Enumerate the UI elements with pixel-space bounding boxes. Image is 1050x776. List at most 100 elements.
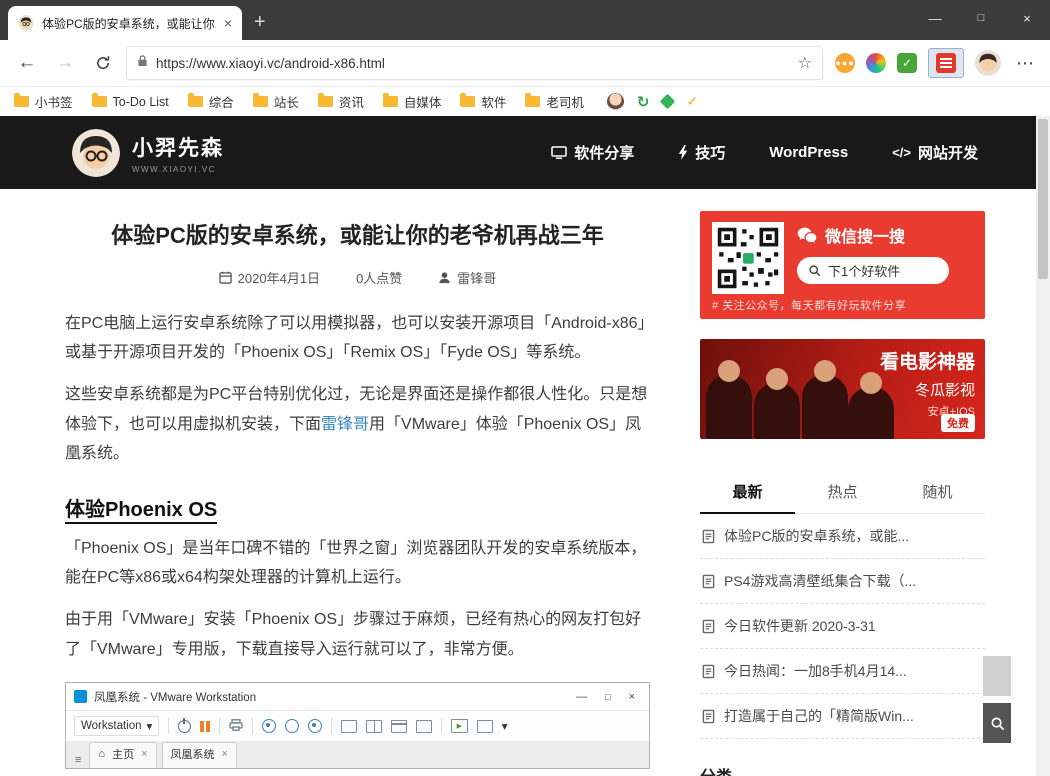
folder-icon [318, 96, 333, 107]
doc-icon [702, 529, 715, 544]
vmware-menu-button: Workstation▾ [74, 716, 159, 736]
tab-latest[interactable]: 最新 [700, 471, 795, 514]
article-date: 2020年4月1日 [219, 268, 320, 287]
tab-favicon-icon [18, 15, 34, 31]
minimize-button[interactable]: — [912, 0, 958, 36]
diamond-icon[interactable] [660, 94, 676, 110]
library-icon: ≡ [72, 754, 84, 768]
new-tab-button[interactable]: + [254, 12, 266, 32]
site-header: 小羿先森 WWW.XIAOYI.VC 软件分享 技巧 WordPress </> [0, 116, 1050, 189]
paragraph: 在PC电脑上运行安卓系统除了可以用模拟器，也可以安装开源项目「Android-x… [65, 309, 650, 368]
extension-colorwheel-icon[interactable] [866, 53, 886, 73]
doc-icon [702, 619, 715, 634]
nav-item-tips[interactable]: 技巧 [678, 142, 725, 163]
profile-avatar[interactable] [975, 50, 1001, 76]
category-heading: 分类 [700, 763, 985, 776]
bookmark-folder[interactable]: 综合 [188, 92, 234, 111]
author-link[interactable]: 雷锋哥 [321, 416, 369, 433]
forward-button[interactable]: → [50, 48, 80, 78]
avatar-bookmark-icon[interactable] [607, 93, 624, 110]
site-search-button[interactable] [983, 703, 1011, 743]
article-meta: 2020年4月1日 0人点赞 雷锋哥 [65, 268, 650, 287]
movie-figure [754, 383, 800, 439]
paragraph: 这些安卓系统都是为PC平台特别优化过，无论是界面还是操作都很人性化。只是想体验下… [65, 380, 650, 469]
vmware-titlebar: 凤凰系统 - VMware Workstation —□× [66, 683, 649, 711]
nav-item-wordpress[interactable]: WordPress [769, 144, 848, 161]
extension-clipper-icon [936, 53, 956, 73]
site-logo[interactable]: 小羿先森 WWW.XIAOYI.VC [72, 129, 224, 177]
back-to-top-button[interactable] [983, 656, 1011, 696]
extension-dots-icon[interactable]: ●●● [835, 53, 855, 73]
maximize-button[interactable]: □ [958, 0, 1004, 36]
scrollbar-thumb[interactable] [1038, 119, 1048, 279]
wechat-icon [797, 227, 817, 244]
sidebar: 微信搜一搜 下1个好软件 # 关注公众号，每天都有好玩软件分享 看电影神器 [700, 189, 985, 776]
vmware-tab-home: ⌂主页× [89, 742, 156, 768]
fullscreen-icon [477, 720, 493, 733]
user-icon [438, 271, 451, 284]
folder-icon [253, 96, 268, 107]
article-author[interactable]: 雷锋哥 [438, 268, 496, 287]
movie-banner[interactable]: 看电影神器 冬瓜影视 安卓+IOS 免费 [700, 339, 985, 439]
vmware-window-controls: —□× [576, 691, 641, 703]
calendar-icon [219, 271, 232, 284]
bookmark-extra-icons: ↻ ✓ [607, 93, 698, 111]
article-image-vmware: 凤凰系统 - VMware Workstation —□× Workstatio… [65, 682, 650, 769]
bookmark-folder[interactable]: 小书签 [14, 92, 73, 111]
vmware-logo-icon [74, 690, 87, 703]
bookmark-star-icon[interactable]: ☆ [798, 53, 812, 73]
logo-avatar-icon [72, 129, 120, 177]
browser-tab[interactable]: 体验PC版的安卓系统，或能让你... × [8, 6, 242, 40]
bookmarks-bar: 小书签 To-Do List 综合 站长 资讯 自媒体 软件 老司机 ↻ ✓ [0, 87, 1050, 116]
folder-icon [383, 96, 398, 107]
nav-item-software[interactable]: 软件分享 [551, 142, 634, 163]
folder-icon [14, 96, 29, 107]
post-link[interactable]: PS4游戏高清壁纸集合下载（... [700, 559, 985, 604]
post-link[interactable]: 今日软件更新 2020-3-31 [700, 604, 985, 649]
pause-icon [200, 721, 210, 732]
bookmark-folder[interactable]: To-Do List [92, 95, 169, 109]
printer-icon [229, 719, 243, 734]
bookmark-label: 综合 [209, 92, 234, 111]
search-icon [808, 264, 821, 277]
console-icon: ▶ [451, 719, 468, 733]
bookmark-folder[interactable]: 站长 [253, 92, 299, 111]
back-button[interactable]: ← [12, 48, 42, 78]
post-link[interactable]: 打造属于自己的「精简版Win... [700, 694, 985, 739]
vmware-window-title: 凤凰系统 - VMware Workstation [94, 689, 256, 705]
reload-button[interactable] [88, 48, 118, 78]
wechat-banner-caption: # 关注公众号，每天都有好玩软件分享 [712, 297, 906, 313]
bookmark-folder[interactable]: 自媒体 [383, 92, 442, 111]
bookmark-folder[interactable]: 软件 [460, 92, 506, 111]
address-bar[interactable]: https://www.xiaoyi.vc/android-x86.html ☆ [126, 46, 823, 80]
tab-close-icon[interactable]: × [224, 15, 232, 31]
extension-adguard-icon[interactable]: ✓ [897, 53, 917, 73]
browser-menu-button[interactable]: ⋯ [1012, 53, 1038, 74]
browser-navbar: ← → https://www.xiaoyi.vc/android-x86.ht… [0, 40, 1050, 87]
wechat-banner[interactable]: 微信搜一搜 下1个好软件 # 关注公众号，每天都有好玩软件分享 [700, 211, 985, 319]
close-window-button[interactable]: × [1004, 0, 1050, 36]
wechat-search-pill: 下1个好软件 [797, 257, 949, 284]
movie-app-name: 冬瓜影视 [915, 379, 975, 400]
layout-full-icon [416, 720, 432, 733]
post-link[interactable]: 体验PC版的安卓系统，或能... [700, 514, 985, 559]
extension-clipper-button[interactable] [928, 48, 964, 78]
qr-code [712, 222, 784, 294]
doc-icon [702, 709, 715, 724]
tab-hot[interactable]: 热点 [795, 471, 890, 513]
monitor-icon [551, 146, 567, 160]
post-link[interactable]: 今日热闻：一加8手机4月14... [700, 649, 985, 694]
tab-random[interactable]: 随机 [890, 471, 985, 513]
sync-icon[interactable]: ↻ [637, 93, 650, 111]
url-text: https://www.xiaoyi.vc/android-x86.html [156, 56, 790, 71]
bookmark-folder[interactable]: 资讯 [318, 92, 364, 111]
page-scrollbar[interactable] [1036, 116, 1050, 776]
section-heading: 体验Phoenix OS [65, 493, 650, 522]
bookmark-label: To-Do List [113, 95, 169, 109]
nav-item-webdev[interactable]: </> 网站开发 [892, 142, 978, 163]
bookmark-label: 资讯 [339, 92, 364, 111]
bookmark-folder[interactable]: 老司机 [525, 92, 584, 111]
layout-icon [341, 720, 357, 733]
vmware-toolbar: Workstation▾ [66, 711, 649, 742]
check-icon[interactable]: ✓ [686, 93, 698, 110]
